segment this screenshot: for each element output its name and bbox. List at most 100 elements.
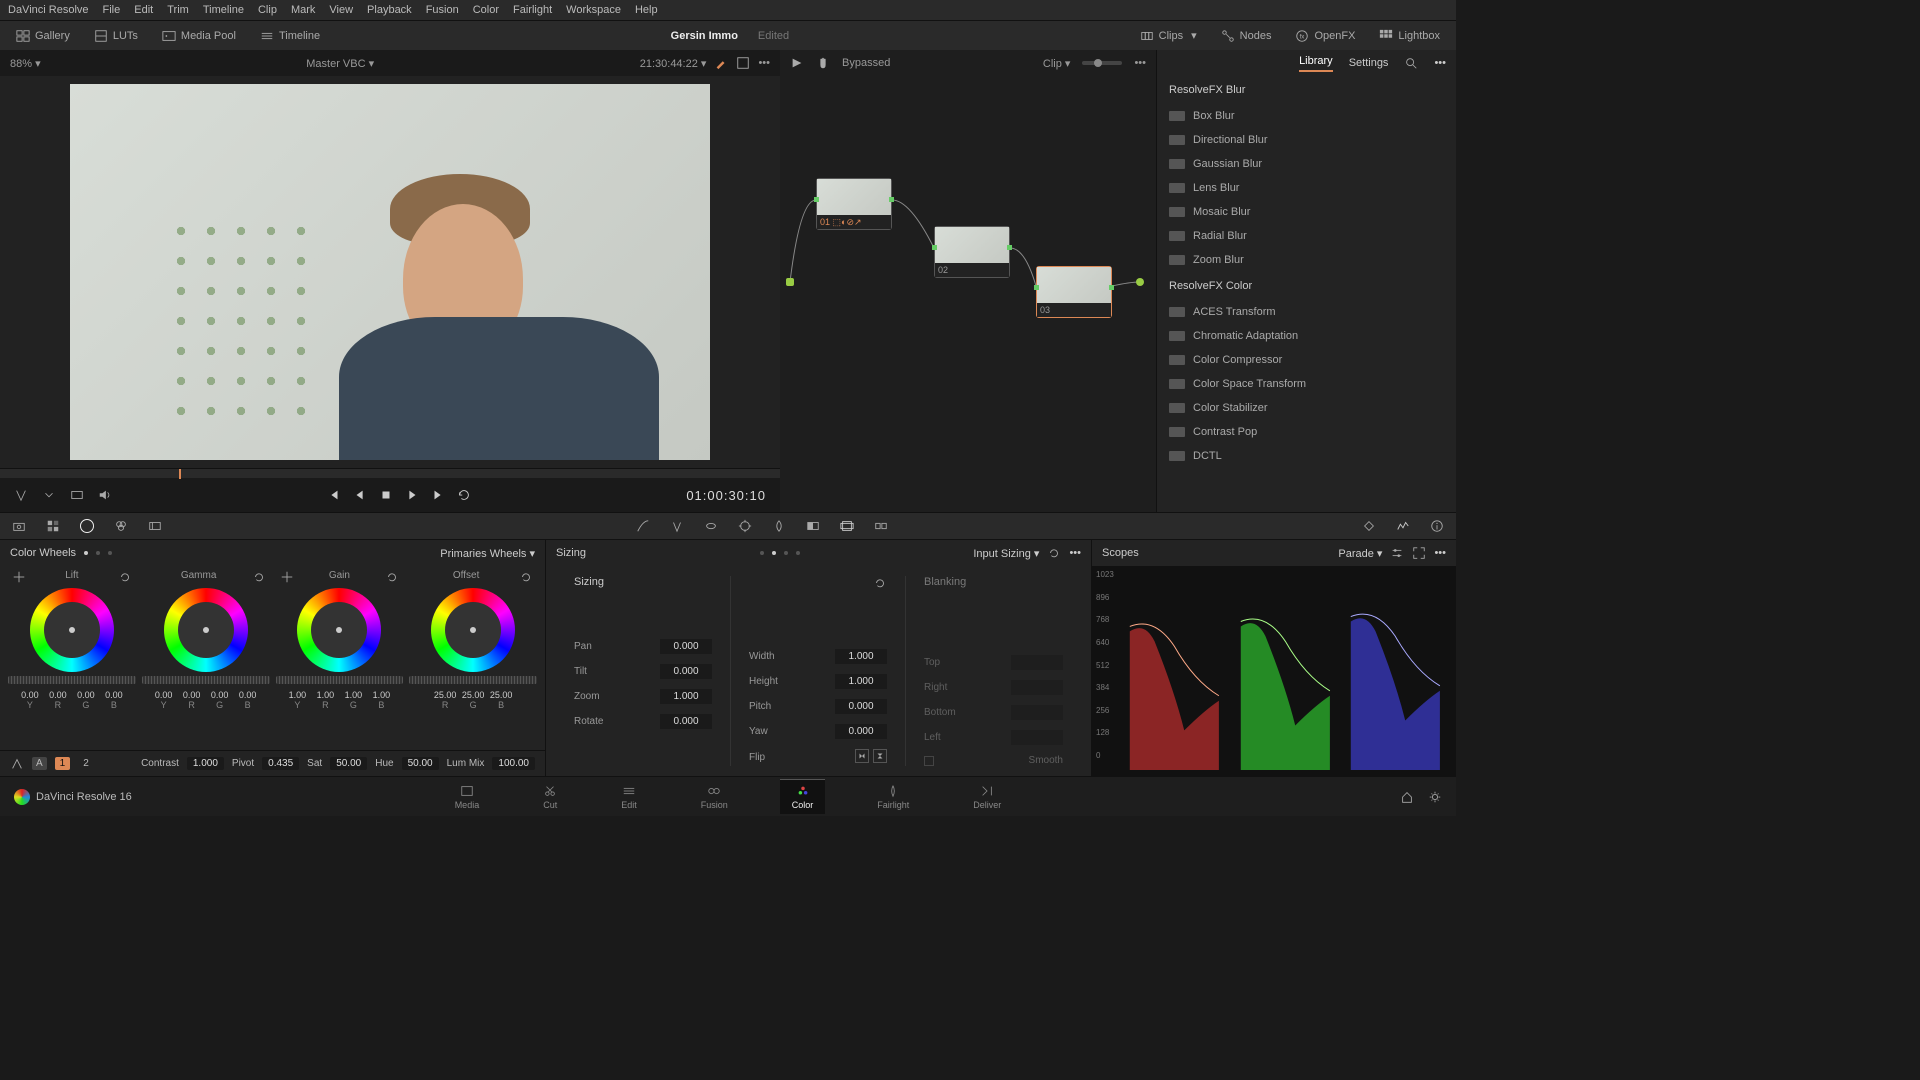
menu-fairlight[interactable]: Fairlight bbox=[513, 4, 552, 16]
motion-icon[interactable] bbox=[148, 519, 162, 533]
fx-gaussian-blur[interactable]: Gaussian Blur bbox=[1157, 152, 1456, 176]
sizing-options[interactable]: ••• bbox=[1069, 547, 1081, 559]
sizing-icon[interactable] bbox=[840, 519, 854, 533]
sat-value[interactable]: 50.00 bbox=[330, 757, 367, 770]
contrast-value[interactable]: 1.000 bbox=[187, 757, 224, 770]
left-input[interactable] bbox=[1011, 730, 1063, 745]
wheel-gain-master[interactable] bbox=[276, 676, 404, 684]
page-fusion[interactable]: Fusion bbox=[689, 780, 740, 814]
luts-button[interactable]: LUTs bbox=[88, 27, 144, 45]
graph-output[interactable] bbox=[1136, 278, 1144, 286]
keyframe-icon[interactable] bbox=[1362, 519, 1376, 533]
tilt-input[interactable] bbox=[660, 664, 712, 679]
fx-contrast-pop[interactable]: Contrast Pop bbox=[1157, 420, 1456, 444]
fx-dctl[interactable]: DCTL bbox=[1157, 444, 1456, 468]
sizing-mode[interactable]: Input Sizing ▾ bbox=[973, 547, 1039, 560]
top-input[interactable] bbox=[1011, 655, 1063, 670]
width-input[interactable] bbox=[835, 649, 887, 664]
fx-chromatic[interactable]: Chromatic Adaptation bbox=[1157, 324, 1456, 348]
fx-box-blur[interactable]: Box Blur bbox=[1157, 104, 1456, 128]
wheel-offset-control[interactable] bbox=[431, 588, 515, 672]
reset-icon[interactable] bbox=[118, 570, 132, 584]
hand-icon[interactable] bbox=[816, 56, 830, 70]
node-options[interactable]: ••• bbox=[1134, 57, 1146, 69]
picker-icon[interactable] bbox=[12, 570, 26, 584]
home-icon[interactable] bbox=[1400, 790, 1414, 804]
tab-library[interactable]: Library bbox=[1299, 55, 1333, 72]
node-03[interactable]: 03 bbox=[1036, 266, 1112, 318]
fx-cst[interactable]: Color Space Transform bbox=[1157, 372, 1456, 396]
timeline-button[interactable]: Timeline bbox=[254, 27, 326, 45]
pivot-value[interactable]: 0.435 bbox=[262, 757, 299, 770]
fx-lens-blur[interactable]: Lens Blur bbox=[1157, 176, 1456, 200]
page-deliver[interactable]: Deliver bbox=[961, 780, 1013, 814]
page-color[interactable]: Color bbox=[780, 779, 826, 814]
page-cut[interactable]: Cut bbox=[531, 780, 569, 814]
menu-edit[interactable]: Edit bbox=[134, 4, 153, 16]
qualifier-icon[interactable] bbox=[14, 488, 28, 502]
awb-button[interactable]: A bbox=[32, 757, 47, 770]
stereo-icon[interactable] bbox=[874, 519, 888, 533]
scopes-mode[interactable]: Parade ▾ bbox=[1338, 547, 1382, 560]
tracking-icon[interactable] bbox=[738, 519, 752, 533]
menu-file[interactable]: File bbox=[103, 4, 121, 16]
lightbox-button[interactable]: Lightbox bbox=[1373, 27, 1446, 45]
viewer-options[interactable]: ••• bbox=[758, 57, 770, 69]
nodes-button[interactable]: Nodes bbox=[1215, 27, 1278, 45]
step-back-icon[interactable] bbox=[353, 488, 367, 502]
fx-zoom-blur[interactable]: Zoom Blur bbox=[1157, 248, 1456, 272]
node-02[interactable]: 02 bbox=[934, 226, 1010, 278]
yaw-input[interactable] bbox=[835, 724, 887, 739]
menu-trim[interactable]: Trim bbox=[167, 4, 189, 16]
camera-raw-icon[interactable] bbox=[12, 519, 26, 533]
pan-input[interactable] bbox=[660, 639, 712, 654]
rotate-input[interactable] bbox=[660, 714, 712, 729]
page-media[interactable]: Media bbox=[443, 780, 492, 814]
height-input[interactable] bbox=[835, 674, 887, 689]
fx-compressor[interactable]: Color Compressor bbox=[1157, 348, 1456, 372]
loop-icon[interactable] bbox=[457, 488, 471, 502]
page-1[interactable]: 1 bbox=[55, 757, 71, 770]
menu-mark[interactable]: Mark bbox=[291, 4, 315, 16]
smooth-checkbox[interactable] bbox=[924, 756, 934, 766]
openfx-button[interactable]: fxOpenFX bbox=[1289, 27, 1361, 45]
stop-icon[interactable] bbox=[379, 488, 393, 502]
reset-icon[interactable] bbox=[252, 570, 266, 584]
zoom-input[interactable] bbox=[660, 689, 712, 704]
menu-clip[interactable]: Clip bbox=[258, 4, 277, 16]
library-options[interactable]: ••• bbox=[1434, 57, 1446, 69]
pitch-input[interactable] bbox=[835, 699, 887, 714]
info-icon[interactable] bbox=[1430, 519, 1444, 533]
flip-h-icon[interactable] bbox=[855, 749, 869, 763]
speaker-icon[interactable] bbox=[98, 488, 112, 502]
right-input[interactable] bbox=[1011, 680, 1063, 695]
menu-workspace[interactable]: Workspace bbox=[566, 4, 621, 16]
wheels-mode[interactable]: Primaries Wheels ▾ bbox=[440, 547, 535, 560]
rgb-mixer-icon[interactable] bbox=[114, 519, 128, 533]
menu-app[interactable]: DaVinci Resolve bbox=[8, 4, 89, 16]
hue-value[interactable]: 50.00 bbox=[402, 757, 439, 770]
clips-button[interactable]: Clips▾ bbox=[1134, 27, 1203, 45]
first-frame-icon[interactable] bbox=[327, 488, 341, 502]
reset-icon[interactable] bbox=[873, 576, 887, 590]
scopes-icon[interactable] bbox=[1396, 519, 1410, 533]
graph-input[interactable] bbox=[786, 278, 794, 286]
color-match-icon[interactable] bbox=[46, 519, 60, 533]
mediapool-button[interactable]: Media Pool bbox=[156, 27, 242, 45]
fx-stabilizer[interactable]: Color Stabilizer bbox=[1157, 396, 1456, 420]
wheel-gamma-control[interactable] bbox=[164, 588, 248, 672]
menu-playback[interactable]: Playback bbox=[367, 4, 412, 16]
viewer-timecode[interactable]: 21:30:44:22 ▾ bbox=[640, 57, 707, 70]
fx-mosaic-blur[interactable]: Mosaic Blur bbox=[1157, 200, 1456, 224]
zoom-slider[interactable] bbox=[1082, 61, 1122, 65]
key-icon[interactable] bbox=[806, 519, 820, 533]
wheel-lift-control[interactable] bbox=[30, 588, 114, 672]
unmix-icon[interactable] bbox=[70, 488, 84, 502]
viewer-canvas[interactable] bbox=[0, 76, 780, 468]
blur-palette-icon[interactable] bbox=[772, 519, 786, 533]
window-icon[interactable] bbox=[704, 519, 718, 533]
viewer-scrubber[interactable] bbox=[0, 468, 780, 478]
settings-icon[interactable] bbox=[1390, 546, 1404, 560]
wheel-gain-control[interactable] bbox=[297, 588, 381, 672]
fx-directional-blur[interactable]: Directional Blur bbox=[1157, 128, 1456, 152]
